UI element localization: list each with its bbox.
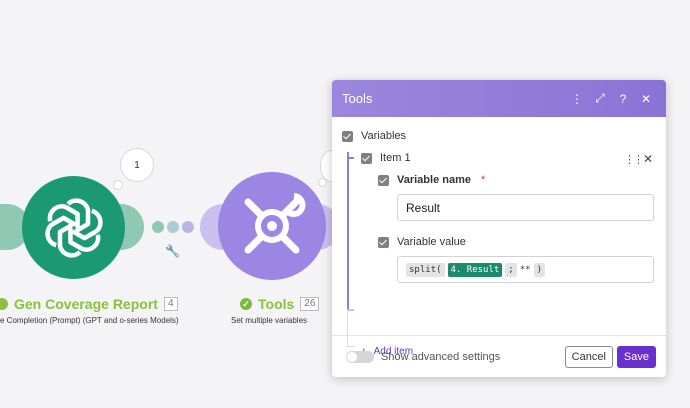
literal-text: ** <box>519 264 531 275</box>
advanced-settings-toggle[interactable] <box>346 350 374 363</box>
route-settings-wrench-icon[interactable]: 🔧 <box>165 244 180 258</box>
tools-settings-dialog: Tools ⋮ ⤢ ? ✕ Variables Item 1 ⋮⋮ ✕ Vari… <box>332 80 666 377</box>
operations-count-bubble[interactable]: 1 <box>120 148 154 182</box>
tools-module-title: Tools <box>258 296 295 312</box>
variables-section-header[interactable]: Variables <box>342 130 406 142</box>
remove-item-icon[interactable]: ✕ <box>643 152 653 166</box>
openai-module[interactable] <box>22 176 125 279</box>
item-1-header[interactable]: Item 1 <box>361 152 411 164</box>
operations-count: 1 <box>134 159 140 171</box>
variable-name-label-row: Variable name * <box>378 174 485 186</box>
tools-module-number: 26 <box>300 297 320 311</box>
save-button[interactable]: Save <box>616 345 656 368</box>
variable-value-label-row: Variable value <box>378 236 466 248</box>
required-mark: * <box>481 174 486 186</box>
openai-module-title-row: Gen Coverage Report 4 <box>0 296 178 312</box>
tree-line <box>347 309 354 311</box>
dialog-title: Tools <box>342 91 373 106</box>
variable-name-label: Variable name <box>397 174 471 186</box>
variables-checkbox[interactable] <box>342 130 353 142</box>
tools-wrench-screwdriver-icon <box>244 193 306 254</box>
openai-logo-icon <box>44 197 103 258</box>
tree-line <box>347 157 354 159</box>
more-icon[interactable]: ⋮ <box>567 92 587 106</box>
openai-module-subtitle: e Completion (Prompt) (GPT and o-series … <box>0 316 179 325</box>
variables-label: Variables <box>361 130 407 142</box>
tree-line <box>347 152 349 310</box>
function-split-chip[interactable]: split( <box>406 262 445 277</box>
item-1-checkbox[interactable] <box>361 152 372 164</box>
drag-handle-icon[interactable]: ⋮⋮ <box>624 153 644 166</box>
expand-icon[interactable]: ⤢ <box>590 91 610 106</box>
openai-module-number: 4 <box>163 297 178 311</box>
separator-chip[interactable]: ; <box>505 262 517 277</box>
dialog-header: Tools ⋮ ⤢ ? ✕ <box>332 80 666 117</box>
item-1-label: Item 1 <box>380 152 411 164</box>
variable-name-checkbox[interactable] <box>378 174 389 186</box>
dialog-footer: Show advanced settings Cancel Save <box>332 335 666 377</box>
mapped-variable-chip[interactable]: 4. Result <box>447 262 503 277</box>
tools-module-subtitle: Set multiple variables <box>231 316 308 325</box>
variable-name-field[interactable]: Result <box>397 194 654 221</box>
connection-dot <box>152 221 164 233</box>
connection-dot <box>182 221 194 233</box>
function-close-chip[interactable]: ) <box>533 262 545 277</box>
close-icon[interactable]: ✕ <box>636 92 656 106</box>
connection-dot <box>167 221 179 233</box>
variable-name-value: Result <box>406 200 441 215</box>
cancel-button[interactable]: Cancel <box>564 345 613 368</box>
status-check-icon: ✓ <box>240 298 252 310</box>
bubble-tail <box>113 180 123 190</box>
dialog-body: Variables Item 1 ⋮⋮ ✕ Variable name * Res… <box>332 117 666 358</box>
status-check-icon <box>0 298 8 310</box>
bubble-tail <box>318 178 327 187</box>
variable-value-label: Variable value <box>397 236 466 248</box>
help-icon[interactable]: ? <box>613 92 633 106</box>
openai-module-title: Gen Coverage Report <box>14 296 158 312</box>
variable-value-field[interactable]: split( 4. Result ; ** ) <box>397 256 654 283</box>
tools-module[interactable] <box>218 172 326 280</box>
tools-module-title-row: ✓ Tools 26 <box>240 296 320 312</box>
advanced-settings-label: Show advanced settings <box>381 350 501 363</box>
variable-value-checkbox[interactable] <box>378 236 389 248</box>
